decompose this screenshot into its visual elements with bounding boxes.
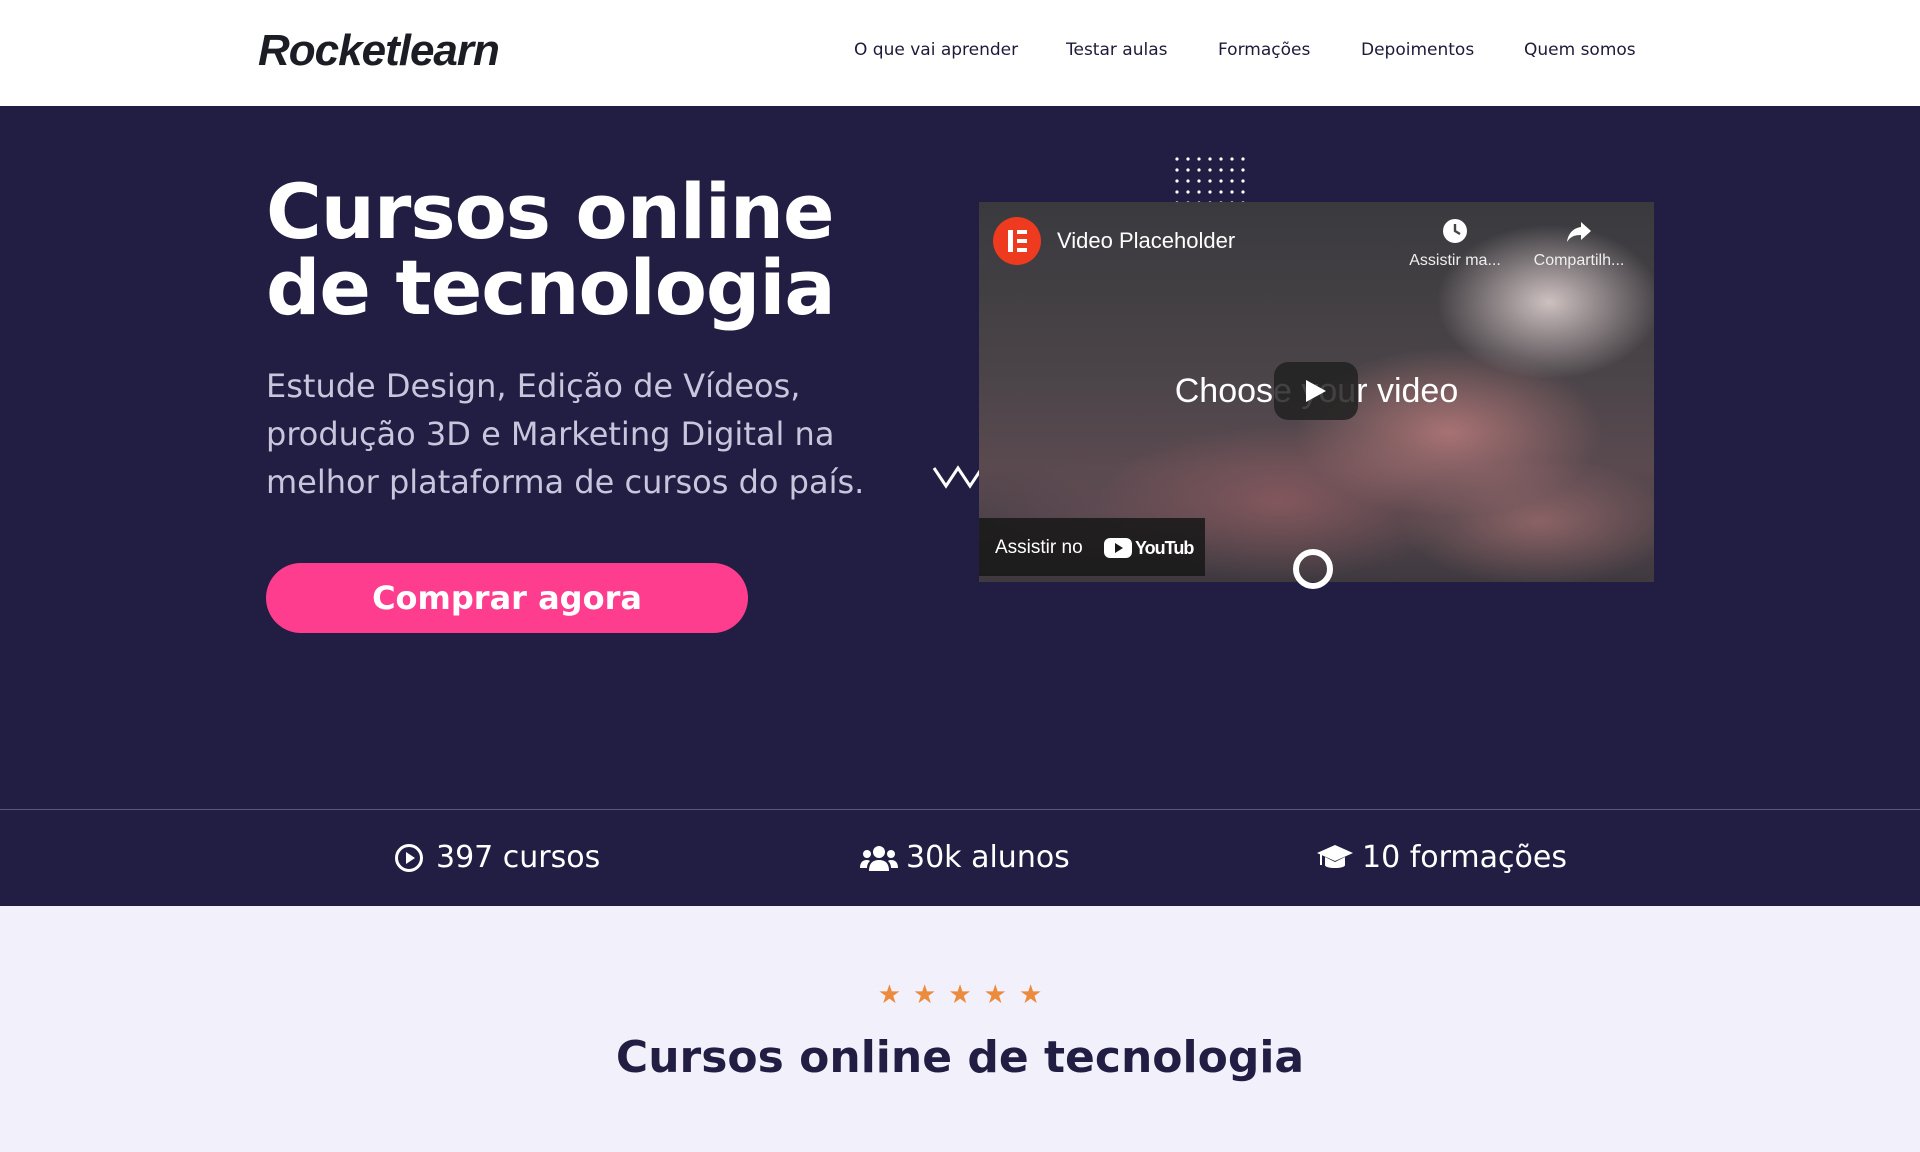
video-embed[interactable]: Video Placeholder Assistir ma... Compart… bbox=[979, 202, 1654, 582]
ring-decoration bbox=[1293, 549, 1333, 589]
stat-courses: 397 cursos bbox=[390, 840, 600, 875]
star-icon: ★ bbox=[948, 980, 972, 1010]
share-label: Compartilh... bbox=[1533, 252, 1625, 269]
nav-quem-somos[interactable]: Quem somos bbox=[1524, 40, 1636, 60]
elementor-logo-icon bbox=[993, 217, 1041, 265]
star-icon: ★ bbox=[1018, 980, 1043, 1010]
play-circle-icon bbox=[390, 842, 428, 874]
play-icon bbox=[1306, 380, 1326, 402]
section-title: Cursos online de tecnologia bbox=[615, 1032, 1305, 1083]
stats-bar: 397 cursos 30k alunos 10 formações bbox=[0, 809, 1920, 906]
watch-later-button[interactable]: Assistir ma... bbox=[1400, 216, 1510, 270]
stat-formations: 10 formações bbox=[1316, 840, 1567, 875]
stat-students: 30k alunos bbox=[860, 840, 1070, 875]
nav-o-que-vai-aprender[interactable]: O que vai aprender bbox=[854, 40, 1018, 60]
star-icon: ★ bbox=[913, 980, 937, 1010]
users-icon bbox=[860, 842, 898, 874]
star-icon: ★ bbox=[983, 980, 1007, 1010]
stat-students-label: 30k alunos bbox=[906, 840, 1070, 875]
video-title[interactable]: Video Placeholder bbox=[1057, 228, 1235, 254]
star-icon: ★ bbox=[877, 980, 902, 1010]
rating-stars: ★ ★ ★ ★ ★ bbox=[0, 980, 1920, 1010]
buy-now-button[interactable]: Comprar agora bbox=[266, 563, 748, 633]
watch-on-label: Assistir no bbox=[995, 537, 1083, 558]
stat-courses-label: 397 cursos bbox=[436, 840, 601, 875]
hero-subtitle: Estude Design, Edição de Vídeos, produçã… bbox=[266, 367, 865, 501]
nav-formacoes[interactable]: Formações bbox=[1218, 40, 1310, 60]
hero-section: Cursos online de tecnologia Estude Desig… bbox=[0, 106, 1920, 809]
youtube-wordmark: YouTube bbox=[1135, 538, 1194, 558]
share-icon bbox=[1567, 222, 1591, 242]
graduation-cap-icon bbox=[1316, 842, 1354, 874]
play-button[interactable] bbox=[1274, 362, 1358, 420]
youtube-logo-icon: YouTube bbox=[1104, 536, 1204, 566]
watch-on-youtube-button[interactable]: Assistir no YouTube bbox=[979, 518, 1205, 576]
clock-icon bbox=[1443, 219, 1467, 243]
watch-later-label: Assistir ma... bbox=[1409, 252, 1501, 269]
nav-depoimentos[interactable]: Depoimentos bbox=[1361, 40, 1474, 60]
hero-title: Cursos online de tecnologia bbox=[266, 167, 836, 332]
nav-testar-aulas[interactable]: Testar aulas bbox=[1066, 40, 1167, 60]
rocketlearn-logo[interactable]: Rocketlearn bbox=[258, 26, 500, 76]
site-header: Rocketlearn O que vai aprender Testar au… bbox=[0, 0, 1920, 106]
stat-formations-label: 10 formações bbox=[1362, 840, 1567, 875]
share-button[interactable]: Compartilh... bbox=[1524, 216, 1634, 270]
